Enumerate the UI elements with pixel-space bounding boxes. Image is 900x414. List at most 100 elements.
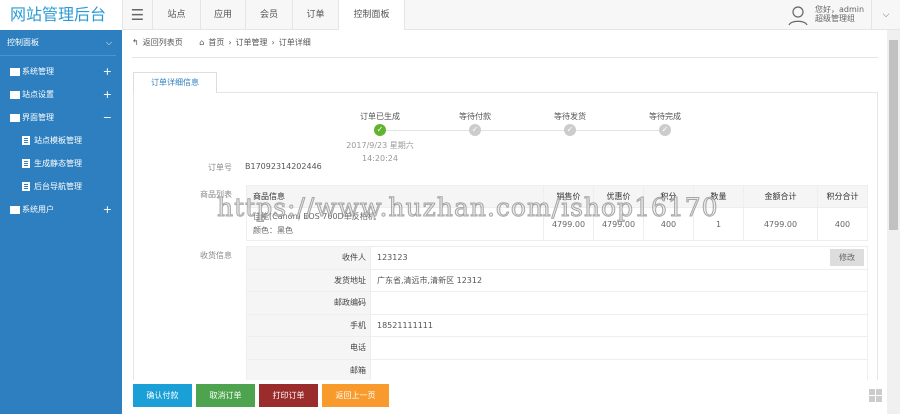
check-icon: ✓	[564, 124, 576, 136]
document-icon	[22, 159, 30, 168]
table-row: 邮箱	[246, 358, 868, 382]
scrollbar[interactable]	[887, 30, 900, 414]
column-header: 积分	[643, 185, 694, 208]
confirm-payment-button[interactable]: 确认付款	[133, 384, 192, 407]
quantity-cell: 1	[693, 207, 744, 241]
sidebar: 控制面板 ⌵ 系统管理 + 站点设置 + 界面管理 − 站点模板管理 生成静态管理 后台…	[0, 30, 122, 414]
divider	[132, 57, 878, 58]
total-cell: 4799.00	[743, 207, 818, 241]
table-row: 手机 18521111111	[246, 313, 868, 337]
grid-icon[interactable]	[869, 389, 882, 402]
column-header: 优惠价	[593, 185, 644, 208]
sidebar-item-label: 站点设置	[22, 90, 54, 99]
nav-tab-apps[interactable]: 应用	[200, 0, 245, 30]
sidebar-subitem-static[interactable]: 生成静态管理	[0, 152, 122, 175]
nav-tab-site[interactable]: 站点	[152, 0, 200, 30]
folder-icon	[10, 114, 20, 122]
sidebar-item-label: 界面管理	[22, 113, 54, 122]
field-label: 发货地址	[246, 268, 371, 292]
sidebar-item-system[interactable]: 系统管理 +	[0, 60, 122, 83]
progress-line	[380, 130, 665, 131]
product-spec: 颜色：黑色	[253, 226, 293, 235]
user-menu[interactable]: 您好，admin 超级管理组	[787, 3, 867, 29]
print-order-button[interactable]: 打印订单	[259, 384, 318, 407]
user-role: 超级管理组	[815, 14, 855, 23]
user-greeting: 您好，admin	[815, 5, 865, 14]
table-row: 发货地址 广东省,清远市,清新区 12312	[246, 268, 868, 292]
field-label: 手机	[246, 313, 371, 337]
product-name[interactable]: 佳能(Canon) EOS 700D单反相机	[253, 210, 543, 224]
breadcrumb: ↰ 返回列表页 ⌂ 首页 › 订单管理 › 订单详细	[132, 38, 311, 47]
points-cell: 400	[643, 207, 694, 241]
sidebar-item-users[interactable]: 系统用户 +	[0, 198, 122, 221]
phone-value	[370, 336, 868, 360]
sidebar-subitem-templates[interactable]: 站点模板管理	[0, 129, 122, 152]
nav-tab-members[interactable]: 会员	[245, 0, 292, 30]
top-header: 网站管理后台 ☰ 站点 应用 会员 订单 控制面板 您好，admin 超级管理组 …	[0, 0, 900, 30]
step-label: 等待完成	[649, 112, 681, 121]
sidebar-subitem-nav[interactable]: 后台导航管理	[0, 175, 122, 198]
document-icon	[22, 136, 30, 145]
expand-icon: +	[102, 65, 112, 78]
folder-icon	[10, 91, 20, 99]
home-icon: ⌂	[199, 38, 205, 47]
sidebar-item-ui[interactable]: 界面管理 −	[0, 106, 122, 129]
step-time: 14:20:24	[362, 154, 398, 163]
folder-icon	[10, 68, 20, 76]
collapse-icon: −	[102, 111, 112, 124]
check-icon: ✓	[659, 124, 671, 136]
column-header: 积分合计	[817, 185, 868, 208]
recipient-value: 123123	[377, 253, 408, 263]
email-value	[370, 358, 868, 382]
column-header: 销售价	[543, 185, 594, 208]
table-row: 收件人 123123 修改	[246, 246, 868, 270]
postcode-value	[370, 291, 868, 315]
nav-tab-orders[interactable]: 订单	[292, 0, 338, 30]
shipping-info-label: 收货信息	[200, 251, 232, 260]
product-table: 商品信息 销售价 优惠价 积分 数量 金额合计 积分合计 佳能(Canon) E…	[246, 185, 868, 241]
order-number: B17092314202446	[245, 162, 322, 171]
breadcrumb-orders[interactable]: 订单管理	[236, 38, 268, 47]
sidebar-subitem-label: 站点模板管理	[34, 136, 82, 145]
sidebar-subitem-label: 生成静态管理	[34, 159, 82, 168]
user-avatar-icon	[788, 6, 808, 26]
product-list-label: 商品列表	[200, 190, 232, 199]
sidebar-header[interactable]: 控制面板 ⌵	[0, 30, 116, 56]
step-label: 订单已生成	[360, 112, 400, 121]
back-to-list-link[interactable]: 返回列表页	[143, 38, 183, 47]
sidebar-subitem-label: 后台导航管理	[34, 182, 82, 191]
scrollbar-thumb[interactable]	[889, 40, 898, 230]
cancel-order-button[interactable]: 取消订单	[196, 384, 255, 407]
table-row: 佳能(Canon) EOS 700D单反相机颜色：黑色 4799.00 4799…	[246, 207, 868, 241]
sidebar-title: 控制面板	[7, 38, 39, 47]
back-icon: ↰	[132, 38, 139, 47]
chevron-down-icon[interactable]: ⌵	[871, 0, 900, 30]
sidebar-item-site-settings[interactable]: 站点设置 +	[0, 83, 122, 106]
table-row: 邮政编码	[246, 291, 868, 315]
check-icon: ✓	[469, 124, 481, 136]
address-value: 广东省,清远市,清新区 12312	[370, 268, 868, 292]
step-label: 等待付款	[459, 112, 491, 121]
nav-tab-dashboard[interactable]: 控制面板	[338, 0, 405, 30]
points-total-cell: 400	[817, 207, 868, 241]
menu-toggle-icon[interactable]: ☰	[122, 0, 152, 30]
edit-button[interactable]: 修改	[830, 249, 864, 266]
breadcrumb-current: 订单详细	[278, 38, 311, 47]
price-cell: 4799.00	[543, 207, 594, 241]
folder-icon	[10, 206, 20, 214]
table-row: 电话	[246, 336, 868, 360]
check-icon: ✓	[374, 124, 386, 136]
go-back-button[interactable]: 返回上一页	[322, 384, 389, 407]
field-label: 邮箱	[246, 358, 371, 382]
sidebar-item-label: 系统用户	[22, 205, 54, 214]
field-label: 电话	[246, 336, 371, 360]
field-label: 邮政编码	[246, 291, 371, 315]
column-header: 金额合计	[743, 185, 818, 208]
document-icon	[22, 182, 30, 191]
sidebar-item-label: 系统管理	[22, 67, 54, 76]
tab-order-detail[interactable]: 订单详细信息	[133, 72, 217, 93]
discount-cell: 4799.00	[593, 207, 644, 241]
breadcrumb-home[interactable]: 首页	[208, 38, 224, 47]
column-header: 数量	[693, 185, 744, 208]
field-label: 收件人	[246, 246, 371, 270]
